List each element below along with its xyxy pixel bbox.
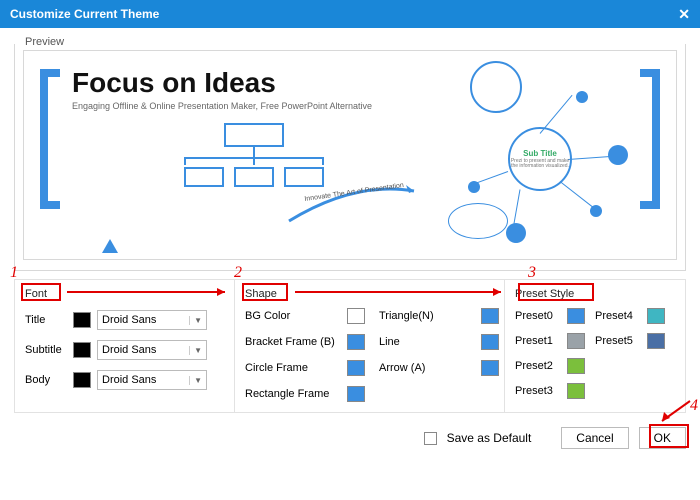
content-area: Focus on Ideas Engaging Offline & Online…: [0, 28, 700, 419]
mind-map-icon: Sub Title Prezi to present and make the …: [448, 63, 628, 243]
mind-center-sub: Prezi to present and make the informatio…: [510, 159, 570, 169]
preset4[interactable]: Preset4: [595, 308, 665, 324]
line-color-swatch[interactable]: [481, 334, 499, 350]
title-color-swatch[interactable]: [73, 312, 91, 328]
preset5[interactable]: Preset5: [595, 333, 665, 349]
bracket-right-icon: [640, 69, 660, 209]
body-color-swatch[interactable]: [73, 372, 91, 388]
shape-panel-title: Shape: [245, 288, 277, 300]
preview-subhead: Engaging Offline & Online Presentation M…: [72, 101, 436, 111]
micro-ellipse-icon: [448, 203, 508, 239]
triangle-color-swatch[interactable]: [481, 308, 499, 324]
rect-color-swatch[interactable]: [347, 386, 365, 402]
font-panel-title: Font: [25, 288, 47, 300]
dialog-footer: Save as Default Cancel OK 4: [0, 419, 700, 457]
bracket-left-icon: [40, 69, 60, 209]
subtitle-font-dropdown[interactable]: Droid Sans ▼: [97, 340, 207, 360]
dialog-title: Customize Current Theme: [10, 7, 159, 21]
settings-panels: Font Title Droid Sans ▼ Subtitle Droid S…: [14, 279, 686, 413]
circle-color-swatch[interactable]: [347, 360, 365, 376]
preview-left: Focus on Ideas Engaging Offline & Online…: [72, 63, 436, 187]
font-row-body: Body Droid Sans ▼: [25, 370, 224, 390]
chevron-down-icon: ▼: [189, 316, 202, 325]
preview-group: Focus on Ideas Engaging Offline & Online…: [14, 44, 686, 271]
font-label: Body: [25, 374, 67, 386]
preset0[interactable]: Preset0: [515, 308, 585, 324]
triangle-icon: [102, 239, 118, 253]
font-panel: Font Title Droid Sans ▼ Subtitle Droid S…: [15, 280, 235, 412]
ok-button[interactable]: OK: [639, 427, 686, 449]
bg-color-swatch[interactable]: [347, 308, 365, 324]
font-label: Subtitle: [25, 344, 67, 356]
chevron-down-icon: ▼: [189, 346, 202, 355]
preset3[interactable]: Preset3: [515, 383, 585, 399]
subtitle-color-swatch[interactable]: [73, 342, 91, 358]
body-font-dropdown[interactable]: Droid Sans ▼: [97, 370, 207, 390]
font-label: Title: [25, 314, 67, 326]
title-bar: Customize Current Theme ✕: [0, 0, 700, 28]
cancel-button[interactable]: Cancel: [561, 427, 628, 449]
font-row-subtitle: Subtitle Droid Sans ▼: [25, 340, 224, 360]
preset-panel-title: Preset Style: [515, 288, 574, 300]
mind-center-title: Sub Title: [523, 149, 557, 158]
font-row-title: Title Droid Sans ▼: [25, 310, 224, 330]
preset2[interactable]: Preset2: [515, 358, 585, 374]
preset-panel: Preset Style Preset0 Preset1 Preset2 Pre…: [505, 280, 685, 412]
preview-canvas: Focus on Ideas Engaging Offline & Online…: [23, 50, 677, 260]
preview-headline: Focus on Ideas: [72, 67, 436, 99]
bracket-color-swatch[interactable]: [347, 334, 365, 350]
save-default-checkbox[interactable]: [424, 432, 437, 445]
shape-panel: Shape BG Color Bracket Frame (B) Circle …: [235, 280, 505, 412]
title-font-dropdown[interactable]: Droid Sans ▼: [97, 310, 207, 330]
arrow-color-swatch[interactable]: [481, 360, 499, 376]
chevron-down-icon: ▼: [189, 376, 202, 385]
preset1[interactable]: Preset1: [515, 333, 585, 349]
save-default-label: Save as Default: [447, 431, 532, 445]
close-icon[interactable]: ✕: [678, 6, 690, 23]
